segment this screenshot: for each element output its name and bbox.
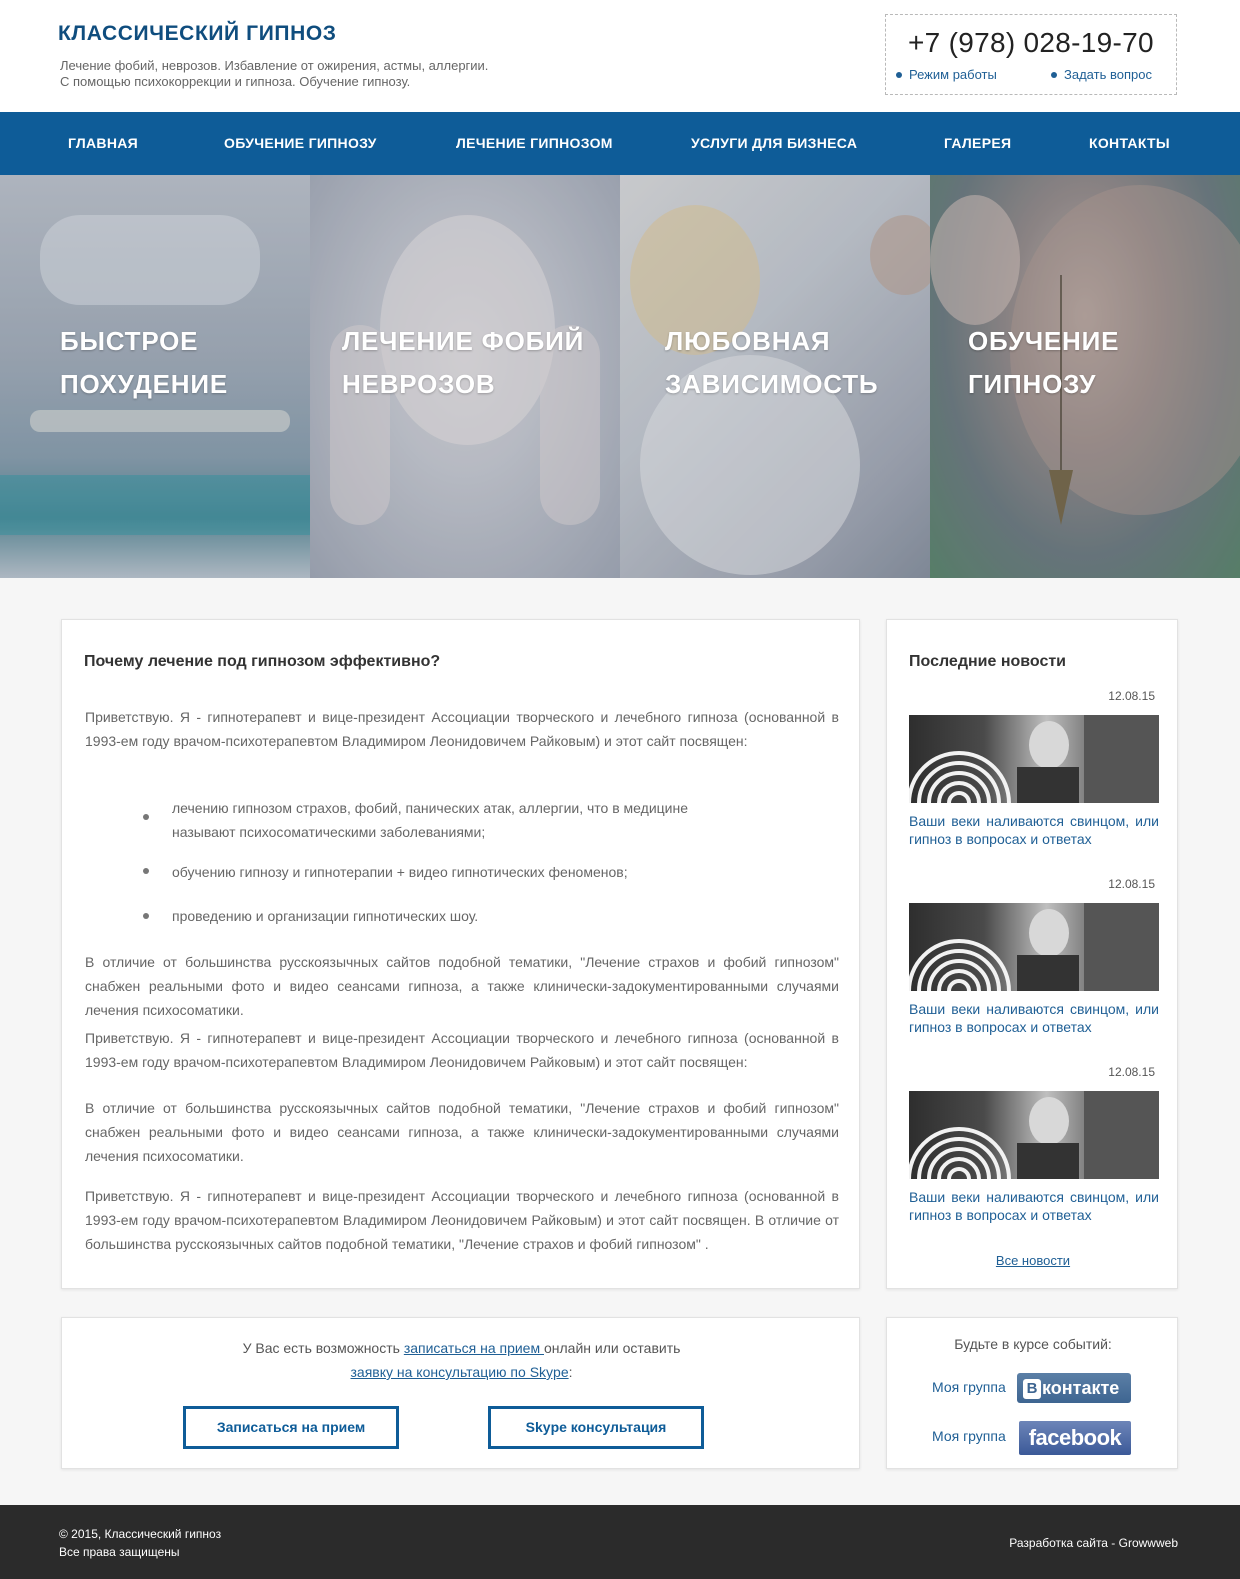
- news-date: 12.08.15: [1108, 877, 1155, 891]
- nav-item-contacts[interactable]: КОНТАКТЫ: [1089, 135, 1170, 151]
- site-title[interactable]: КЛАССИЧЕСКИЙ ГИПНОЗ: [58, 22, 337, 46]
- copyright-text: © 2015, Классический гипноз: [59, 1527, 222, 1541]
- hero-panel-weight-loss[interactable]: БЫСТРОЕ ПОХУДЕНИЕ: [0, 175, 310, 578]
- nav-item-treatment[interactable]: ЛЕЧЕНИЕ ГИПНОЗОМ: [456, 135, 613, 151]
- footer-copyright: © 2015, Классический гипноз Все права за…: [59, 1525, 221, 1561]
- hero-title-phobias: ЛЕЧЕНИЕ ФОБИЙ НЕВРОЗОВ: [342, 326, 585, 399]
- hero-panel-hypnosis-training[interactable]: ОБУЧЕНИЕ ГИПНОЗУ: [930, 175, 1240, 578]
- phone-number[interactable]: +7 (978) 028-19-70: [908, 27, 1154, 59]
- developer-credit-link[interactable]: Разработка сайта - Growwweb: [1009, 1536, 1178, 1550]
- social-heading: Будьте в курсе событий:: [954, 1336, 1112, 1352]
- all-news-link-wrap: Все новости: [887, 1253, 1179, 1268]
- bullet-dot: [143, 814, 149, 820]
- tagline-line-2: С помощью психокоррекции и гипноза. Обуч…: [60, 74, 411, 89]
- fb-group-label: Моя группа: [932, 1428, 1006, 1444]
- news-date: 12.08.15: [1108, 1065, 1155, 1079]
- site-header: КЛАССИЧЕСКИЙ ГИПНОЗ Лечение фобий, невро…: [0, 0, 1240, 112]
- article-title: Почему лечение под гипнозом эффективно?: [84, 653, 441, 670]
- bullet-dot: [143, 868, 149, 874]
- news-sidebar-card: Последние новости 12.08.15 Ваши веки нал…: [886, 619, 1178, 1289]
- skype-consultation-button[interactable]: Skype консультация: [488, 1406, 704, 1449]
- all-news-link[interactable]: Все новости: [996, 1253, 1070, 1268]
- main-article-card: Почему лечение под гипнозом эффективно? …: [61, 619, 860, 1289]
- tagline-line-1: Лечение фобий, неврозов. Избавление от о…: [60, 58, 489, 73]
- hero-title-weight-loss: БЫСТРОЕ ПОХУДЕНИЕ: [60, 326, 228, 399]
- hero-title-love-addiction: ЛЮБОВНАЯ ЗАВИСИМОСТЬ: [665, 326, 879, 399]
- rights-text: Все права защищены: [59, 1545, 180, 1559]
- facebook-button[interactable]: facebook: [1019, 1421, 1131, 1455]
- news-title: Последние новости: [909, 653, 1067, 670]
- bullet-item: проведению и организации гипнотических ш…: [172, 908, 479, 924]
- bullet-item: лечению гипнозом страхов, фобий, паничес…: [172, 800, 688, 840]
- vkontakte-button[interactable]: Вконтакте: [1017, 1373, 1131, 1403]
- news-item-link[interactable]: Ваши веки наливаются свинцом, или гипноз…: [909, 1188, 1159, 1224]
- article-paragraph: Приветствую. Я - гипнотерапевт и вице-пр…: [85, 1030, 839, 1070]
- news-date: 12.08.15: [1108, 689, 1155, 703]
- news-thumbnail[interactable]: [909, 715, 1159, 803]
- social-card: Будьте в курсе событий: Моя группа Вконт…: [886, 1317, 1178, 1469]
- book-appointment-link[interactable]: записаться на прием: [404, 1340, 544, 1356]
- skype-request-link[interactable]: заявку на консультацию по Skype: [351, 1364, 569, 1380]
- nav-item-business[interactable]: УСЛУГИ ДЛЯ БИЗНЕСА: [691, 135, 857, 151]
- news-item-link[interactable]: Ваши веки наливаются свинцом, или гипноз…: [909, 1000, 1159, 1036]
- bullet-item: обучению гипнозу и гипнотерапии + видео …: [172, 864, 628, 880]
- main-navigation: ГЛАВНАЯ ОБУЧЕНИЕ ГИПНОЗУ ЛЕЧЕНИЕ ГИПНОЗО…: [0, 112, 1240, 175]
- hero-panel-phobias[interactable]: ЛЕЧЕНИЕ ФОБИЙ НЕВРОЗОВ: [310, 175, 620, 578]
- bullet-dot: [143, 913, 149, 919]
- article-paragraph: Приветствую. Я - гипнотерапевт и вице-пр…: [85, 1188, 839, 1252]
- news-item-link[interactable]: Ваши веки наливаются свинцом, или гипноз…: [909, 812, 1159, 848]
- vk-logo-icon: В: [1023, 1379, 1041, 1399]
- hero-banner: БЫСТРОЕ ПОХУДЕНИЕ ЛЕЧЕНИЕ ФОБИЙ НЕВРОЗОВ Л…: [0, 175, 1240, 578]
- site-footer: © 2015, Классический гипноз Все права за…: [0, 1505, 1240, 1579]
- book-appointment-button[interactable]: Записаться на прием: [183, 1406, 399, 1449]
- appointment-cta-card: У Вас есть возможность записаться на при…: [61, 1317, 860, 1469]
- hero-panel-love-addiction[interactable]: ЛЮБОВНАЯ ЗАВИСИМОСТЬ: [620, 175, 930, 578]
- cta-text: У Вас есть возможность записаться на при…: [242, 1340, 681, 1380]
- nav-item-home[interactable]: ГЛАВНАЯ: [68, 135, 138, 151]
- site-tagline: Лечение фобий, неврозов. Избавление от о…: [60, 58, 580, 90]
- vk-group-label: Моя группа: [932, 1379, 1006, 1395]
- article-paragraph: В отличие от большинства русскоязычных с…: [85, 954, 839, 1018]
- news-thumbnail[interactable]: [909, 903, 1159, 991]
- ask-question-link[interactable]: Задать вопрос: [1051, 67, 1152, 82]
- working-hours-link[interactable]: Режим работы: [896, 67, 997, 82]
- hero-title-hypnosis-training: ОБУЧЕНИЕ ГИПНОЗУ: [968, 326, 1120, 399]
- article-paragraph: В отличие от большинства русскоязычных с…: [85, 1100, 839, 1164]
- news-thumbnail[interactable]: [909, 1091, 1159, 1179]
- contact-box: +7 (978) 028-19-70 Режим работы Задать в…: [885, 14, 1177, 95]
- article-intro: Приветствую. Я - гипнотерапевт и вице-пр…: [85, 709, 839, 749]
- nav-item-training[interactable]: ОБУЧЕНИЕ ГИПНОЗУ: [224, 135, 377, 151]
- nav-item-gallery[interactable]: ГАЛЕРЕЯ: [944, 135, 1011, 151]
